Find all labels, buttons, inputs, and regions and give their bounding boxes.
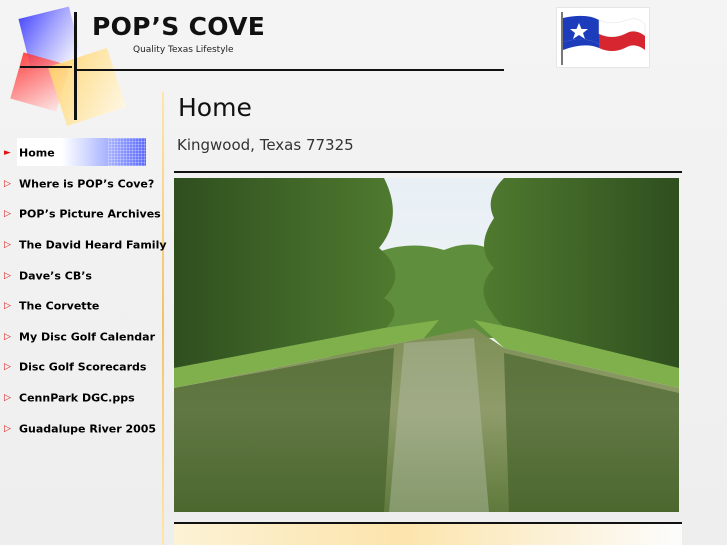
texas-flag-icon xyxy=(556,7,650,68)
nav-item-guadalupe-river-2005[interactable]: ▷ Guadalupe River 2005 xyxy=(0,413,160,444)
footer-gradient xyxy=(174,524,682,545)
nav-item-cennpark-dgc[interactable]: ▷ CennPark DGC.pps xyxy=(0,383,160,414)
nav-arrow-active-icon: ► xyxy=(4,148,11,159)
logo-vertical-line xyxy=(74,12,77,120)
nav-arrow-icon: ▷ xyxy=(4,240,11,251)
sidebar-nav: ► Home ▷ Where is POP’s Cove? ▷ POP’s Pi… xyxy=(0,138,167,444)
nav-item-label[interactable]: The Corvette xyxy=(19,300,99,313)
nav-item-label[interactable]: The David Heard Family xyxy=(19,239,167,252)
nav-arrow-icon: ▷ xyxy=(4,270,11,281)
nav-arrow-icon: ▷ xyxy=(4,178,11,189)
nav-arrow-icon: ▷ xyxy=(4,362,11,373)
content-rule-top xyxy=(174,171,682,173)
site-title: POP’S COVE xyxy=(92,12,266,41)
cove-photo xyxy=(174,178,679,512)
nav-arrow-icon: ▷ xyxy=(4,331,11,342)
nav-item-where-is-pops-cove[interactable]: ▷ Where is POP’s Cove? xyxy=(0,169,160,200)
nav-item-label[interactable]: Home xyxy=(19,147,55,160)
nav-item-label[interactable]: My Disc Golf Calendar xyxy=(19,330,155,343)
nav-arrow-icon: ▷ xyxy=(4,393,11,404)
nav-item-daves-cbs[interactable]: ▷ Dave’s CB’s xyxy=(0,260,160,291)
nav-item-label[interactable]: Disc Golf Scorecards xyxy=(19,361,146,374)
site-tagline: Quality Texas Lifestyle xyxy=(133,45,234,55)
sidebar-divider xyxy=(162,92,164,545)
header-rule xyxy=(76,69,504,71)
nav-item-david-heard-family[interactable]: ▷ The David Heard Family xyxy=(0,230,167,261)
nav-item-disc-golf-calendar[interactable]: ▷ My Disc Golf Calendar xyxy=(0,322,160,353)
nav-arrow-icon: ▷ xyxy=(4,209,11,220)
page-subtitle: Kingwood, Texas 77325 xyxy=(177,136,354,154)
nav-arrow-icon: ▷ xyxy=(4,301,11,312)
nav-item-corvette[interactable]: ▷ The Corvette xyxy=(0,291,160,322)
nav-item-home[interactable]: ► Home xyxy=(0,138,160,169)
logo-horizontal-line xyxy=(20,66,72,68)
nav-item-label[interactable]: POP’s Picture Archives xyxy=(19,208,161,221)
page-title: Home xyxy=(178,93,252,122)
nav-item-label[interactable]: Guadalupe River 2005 xyxy=(19,422,156,435)
nav-item-label[interactable]: Where is POP’s Cove? xyxy=(19,177,154,190)
nav-item-picture-archives[interactable]: ▷ POP’s Picture Archives xyxy=(0,199,161,230)
nav-arrow-icon: ▷ xyxy=(4,423,11,434)
nav-item-label[interactable]: Dave’s CB’s xyxy=(19,269,92,282)
nav-item-label[interactable]: CennPark DGC.pps xyxy=(19,392,135,405)
nav-item-disc-golf-scorecards[interactable]: ▷ Disc Golf Scorecards xyxy=(0,352,160,383)
